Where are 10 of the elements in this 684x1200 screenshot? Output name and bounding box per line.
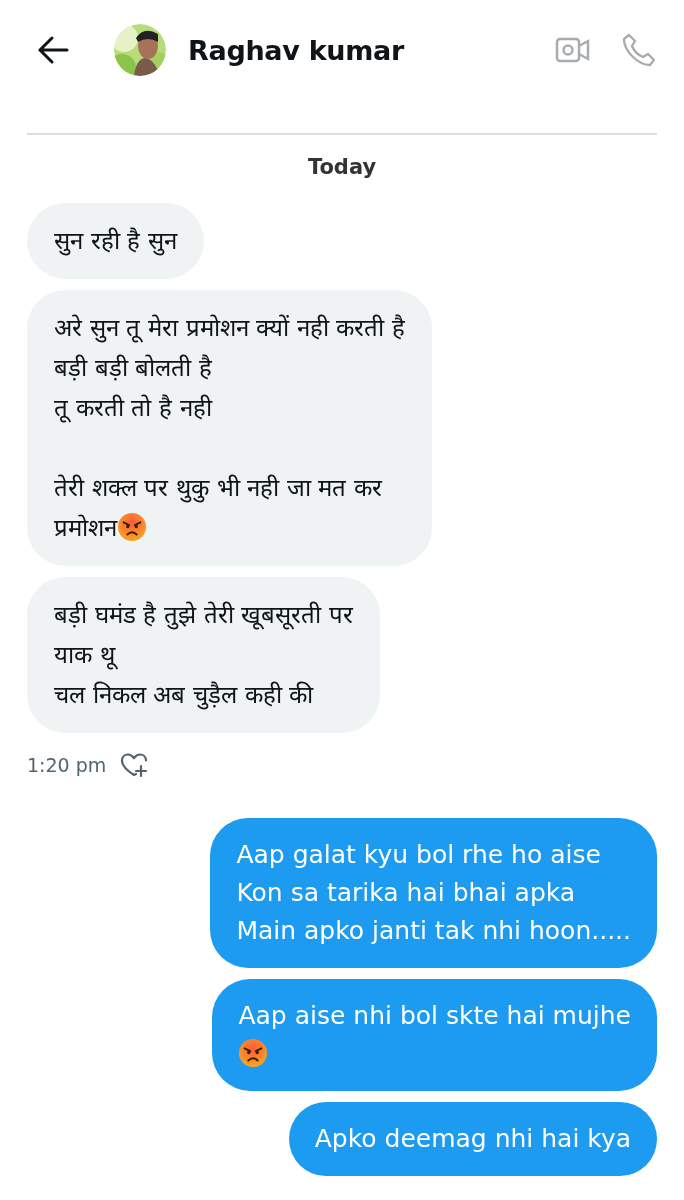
message-bubble: Apko deemag nhi hai kya	[288, 1102, 657, 1176]
date-divider: Today	[306, 155, 378, 179]
contact-name: Raghav kumar	[188, 34, 406, 66]
heart-plus-icon[interactable]	[120, 752, 149, 778]
message-bubble: सुन रही है सुन	[27, 203, 204, 279]
message-bubble: अरे सुन तू मेरा प्रमोशन क्यों नही करती है बड़ी बड़ी बोलती है तू करती तो है नही तेरी शक्ल पर थुकु भी नही जा मत कर प्रमोशन	[27, 290, 433, 566]
message-time: 1:20 pm	[27, 754, 107, 776]
message-bubble: बड़ी घमंड है तुझे तेरी खूबसूरती पर याक थू चल निकल अब चुड़ैल कही की	[27, 577, 380, 733]
message-bubble: Aap galat kyu bol rhe ho aise Kon sa tarika hai bhai apka Main apko janti tak nhi hoon.....	[210, 818, 657, 968]
message-bubble: Aap aise nhi bol skte hai mujhe	[212, 979, 657, 1091]
